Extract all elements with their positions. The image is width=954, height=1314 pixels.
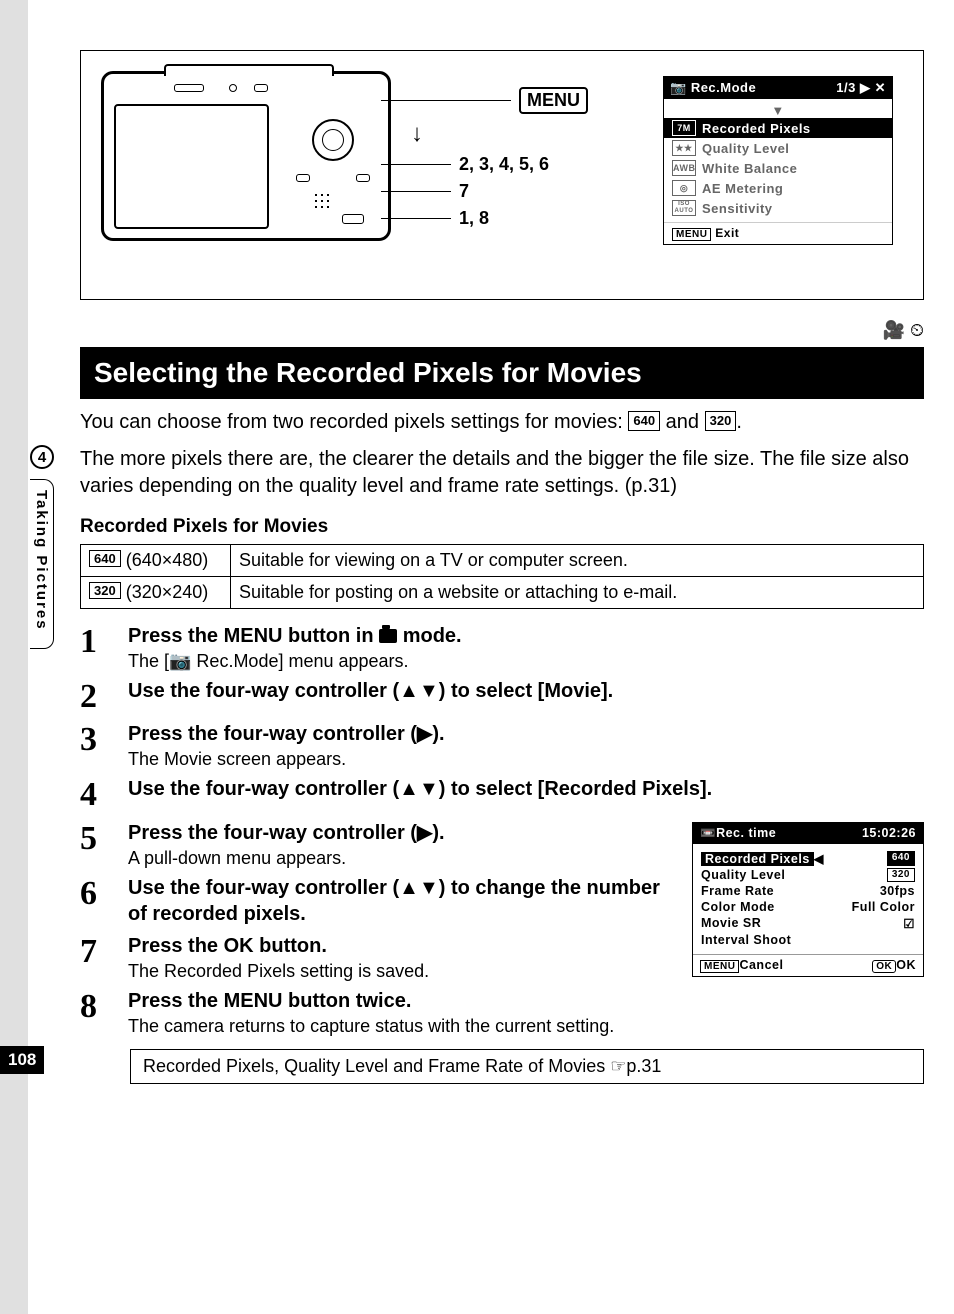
menu-item-recorded-pixels[interactable]: 7M Recorded Pixels: [664, 118, 892, 138]
interval-mode-icon: ⏲: [910, 320, 924, 340]
step-2: 2 Use the four-way controller (▲▼) to se…: [80, 678, 924, 715]
step-6: 6 Use the four-way controller (▲▼) to ch…: [80, 875, 678, 927]
lead-3: 1, 8: [459, 208, 489, 229]
step-7: 7 Press the OK button. The Recorded Pixe…: [80, 933, 678, 982]
chapter-title: Taking Pictures: [30, 479, 54, 649]
page-title: Selecting the Recorded Pixels for Movies: [80, 347, 924, 399]
movie-row-color-mode[interactable]: Color Mode Full Color: [701, 899, 915, 915]
camera-illustration: [101, 71, 391, 241]
icon-metering: ◎: [672, 180, 696, 196]
intro-paragraph: You can choose from two recorded pixels …: [80, 409, 924, 436]
top-diagram: MENU ↓ 2, 3, 4, 5, 6 7 1, 8 📷 Rec.Mode 1…: [80, 50, 924, 300]
table-heading: Recorded Pixels for Movies: [80, 516, 924, 538]
pixel-table: 640 (640×480) Suitable for viewing on a …: [80, 544, 924, 609]
icon-7m: 7M: [672, 120, 696, 136]
steps-list: 1 Press the MENU button in mode. The [📷 …: [80, 623, 924, 1037]
step-8: 8 Press the MENU button twice. The camer…: [80, 988, 924, 1037]
panel-title: 📷 Rec.Mode: [670, 80, 756, 96]
movie-row-frame-rate[interactable]: Frame Rate 30fps: [701, 883, 915, 899]
step-5: 5 Press the four-way controller (▶). A p…: [80, 820, 678, 869]
sidebar-tab: 4 Taking Pictures: [30, 445, 60, 649]
arrow-down-icon: ↓: [411, 120, 588, 148]
menu-item-ae-metering[interactable]: ◎ AE Metering: [664, 178, 892, 198]
step-3: 3 Press the four-way controller (▶). The…: [80, 721, 924, 770]
chapter-number: 4: [30, 445, 54, 469]
checkbox-icon: ☑: [903, 916, 915, 931]
rec-time-value: 15:02:26: [862, 826, 916, 841]
tag-320: 320: [705, 411, 737, 431]
intro-paragraph-2: The more pixels there are, the clearer t…: [80, 446, 924, 500]
movie-row-movie-sr[interactable]: Movie SR ☑: [701, 915, 915, 932]
camera-icon: [379, 629, 397, 643]
cross-reference: Recorded Pixels, Quality Level and Frame…: [130, 1049, 924, 1084]
panel-footer: MENU Exit: [664, 222, 892, 244]
left-gutter: [0, 0, 28, 1314]
step-1: 1 Press the MENU button in mode. The [📷 …: [80, 623, 924, 672]
rec-mode-panel: 📷 Rec.Mode 1/3 ▶ ✕ ▼ 7M Recorded Pixels …: [663, 76, 893, 245]
menu-tag: MENU: [519, 87, 588, 114]
step-4: 4 Use the four-way controller (▲▼) to se…: [80, 776, 924, 813]
movie-panel: 📼Rec. time 15:02:26 Recorded Pixels◀ 640…: [692, 822, 924, 977]
icon-stars: ★★: [672, 140, 696, 156]
movie-row-recorded-pixels[interactable]: Recorded Pixels◀ 640: [701, 850, 915, 867]
mini-menu-icon: MENU: [672, 228, 711, 241]
lead-1: 2, 3, 4, 5, 6: [459, 154, 549, 175]
mini-menu-icon: MENU: [700, 960, 739, 973]
ok-icon: OK: [872, 960, 896, 973]
icon-iso-auto: ISO AUTO: [672, 200, 696, 216]
table-row: 640 (640×480) Suitable for viewing on a …: [81, 545, 924, 577]
page-number: 108: [0, 1046, 44, 1074]
rec-time-label: 📼Rec. time: [700, 826, 776, 841]
menu-item-quality-level[interactable]: ★★ Quality Level: [664, 138, 892, 158]
mode-icons: 🎥 ⏲: [80, 320, 924, 341]
down-arrow-icon: ▼: [664, 103, 892, 118]
icon-awb: AWB: [672, 160, 696, 176]
tag-640: 640: [628, 411, 660, 431]
menu-item-white-balance[interactable]: AWB White Balance: [664, 158, 892, 178]
table-row: 320 (320×240) Suitable for posting on a …: [81, 577, 924, 609]
panel-page: 1/3 ▶ ✕: [836, 80, 886, 96]
menu-item-sensitivity[interactable]: ISO AUTO Sensitivity: [664, 198, 892, 218]
movie-row-interval-shoot[interactable]: Interval Shoot: [701, 932, 915, 948]
movie-mode-icon: 🎥: [883, 320, 905, 340]
diagram-labels: MENU ↓ 2, 3, 4, 5, 6 7 1, 8: [381, 81, 588, 235]
lead-2: 7: [459, 181, 469, 202]
movie-row-quality-level[interactable]: Quality Level 320: [701, 867, 915, 883]
